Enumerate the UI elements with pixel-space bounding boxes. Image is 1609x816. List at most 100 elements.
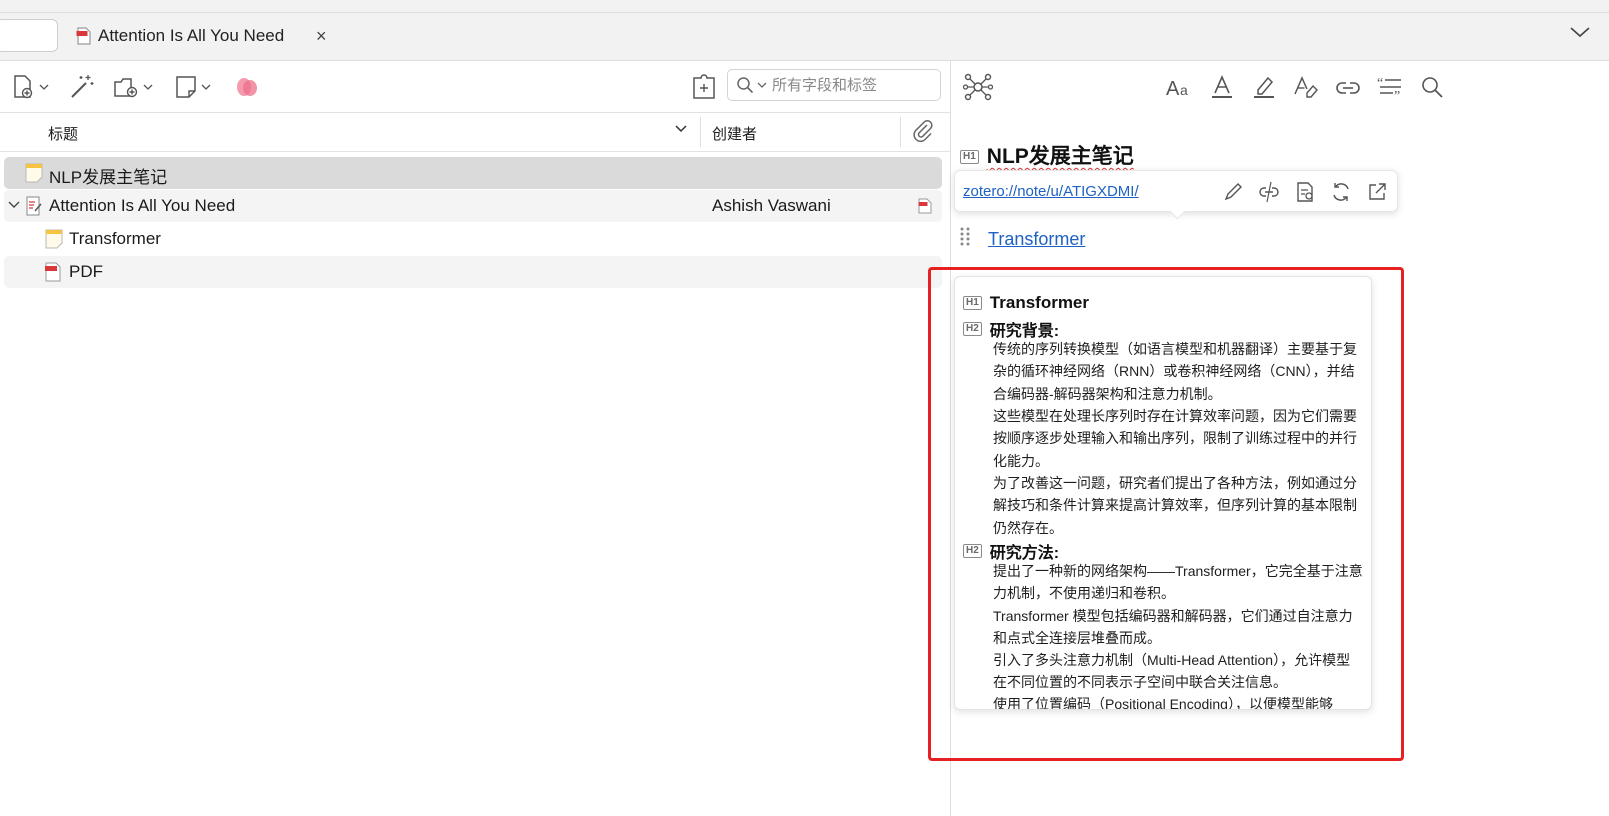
new-note-button[interactable] [174,73,211,101]
link-popup-actions [1221,180,1389,204]
column-separator[interactable] [900,117,901,147]
pdf-icon [76,27,91,45]
attachment-add-icon [114,78,138,98]
plugin-button[interactable] [234,73,260,101]
new-item-icon [14,75,33,99]
chevron-down-icon[interactable] [8,200,20,210]
window-top-strip [0,0,1609,13]
table-row[interactable]: PDF [4,256,942,288]
row-title: NLP发展主笔记 [49,168,168,187]
heading-level-badge: H1 [963,296,982,310]
sync-icon[interactable] [1329,180,1353,204]
column-separator[interactable] [700,117,701,147]
chevron-down-icon[interactable] [1569,25,1591,39]
add-by-identifier-button[interactable] [68,73,96,101]
note-icon [176,76,196,98]
add-attachment-button[interactable] [112,73,153,101]
search-icon [1422,77,1443,98]
unlink-icon[interactable] [1257,180,1281,204]
insert-citation-button[interactable]: “ ” [1375,72,1405,102]
note-icon [25,163,43,183]
add-to-plugin-button[interactable] [691,73,717,101]
clear-format-button[interactable] [1291,72,1321,102]
heading-level-badge: H1 [960,150,979,165]
row-title: PDF [69,262,103,281]
highlight-button[interactable] [1249,72,1279,102]
table-row[interactable]: NLP发展主笔记 [4,157,942,189]
preview-paragraph: 传统的序列转换模型（如语言模型和机器翻译）主要基于复杂的循环神经网络（RNN）或… [993,341,1357,402]
pdf-icon [45,262,61,282]
table-row[interactable]: Attention Is All You Need Ashish Vaswani [4,190,942,222]
tab-bar: Attention Is All You Need × [0,13,1609,61]
puzzle-icon [693,74,715,99]
search-icon [737,77,754,94]
show-in-library-icon[interactable] [1293,180,1317,204]
pane-splitter[interactable] [950,61,951,816]
search-input[interactable] [770,75,934,95]
link-popup: zotero://note/u/ATIGXDMI/ [954,170,1398,220]
svg-text:a: a [1180,82,1188,98]
preview-paragraph: 提出了一种新的网络架构——Transformer，它完全基于注意力机制，不使用递… [993,563,1363,602]
note-title-heading[interactable]: H1 NLP发展主笔记 [960,140,1134,170]
svg-text:A: A [1166,78,1180,99]
items-toolbar [0,61,950,113]
link-icon [1336,82,1360,94]
preview-paragraph: Transformer 模型包括编码器和解码器，它们通过自注意力和点式全连接层堆… [993,608,1353,647]
note-link-paragraph: Transformer [958,226,1085,251]
preview-paragraph: 为了改善这一问题，研究者们提出了各种方法，例如通过分解技巧和条件计算来提高计算效… [993,475,1357,536]
preview-paragraph: 引入了多头注意力机制（Multi-Head Attention），允许模型在不同… [993,652,1351,691]
open-external-icon[interactable] [1365,180,1389,204]
insert-link-button[interactable] [1333,72,1363,102]
edit-pencil-icon[interactable] [1221,180,1245,204]
search-box[interactable] [727,69,941,101]
preview-title-text: Transformer [989,293,1089,312]
chevron-down-icon [201,84,211,90]
preview-paragraph: 使用了位置编码（Positional Encoding），以便模型能够 [993,696,1333,710]
tab-pdf-reader[interactable]: Attention Is All You Need × [76,23,327,49]
clear-format-icon [1294,76,1318,98]
heading-level-badge: H2 [963,544,982,558]
petal-plugin-icon [237,78,257,96]
pdf-icon[interactable] [918,198,932,214]
text-color-icon [1212,75,1232,98]
note-editor-toolbar: A a “ ” [951,61,1609,112]
preview-title: H1 Transformer [963,293,1089,313]
sort-chevron-icon[interactable] [674,122,688,136]
text-color-button[interactable] [1207,72,1237,102]
paperclip-icon[interactable] [912,120,934,142]
font-size-icon: A a [1166,78,1188,99]
preview-paragraph: 这些模型在处理长序列时存在计算效率问题，因为它们需要按顺序逐步处理输入和输出序列… [993,408,1357,469]
popup-caret [1169,203,1186,220]
chevron-down-icon [39,84,49,90]
tab-close-icon[interactable]: × [316,26,327,47]
text-format-button[interactable]: A a [1165,72,1195,102]
highlighter-icon [1254,76,1274,98]
new-item-button[interactable] [10,73,49,101]
row-title: Transformer [69,229,161,248]
svg-text:“: “ [1377,76,1383,91]
note-title: NLP发展主笔记 [986,145,1134,168]
note-icon [45,229,63,249]
tab-title: Attention Is All You Need [98,26,285,45]
note-link[interactable]: Transformer [988,229,1085,250]
network-icon [963,73,993,101]
tab-library[interactable] [0,19,58,52]
drag-handle-icon[interactable] [958,226,972,246]
column-title[interactable]: 标题 [48,123,78,144]
items-column-header: 标题 创建者 [0,113,950,152]
link-url[interactable]: zotero://note/u/ATIGXDMI/ [963,183,1139,200]
table-row[interactable]: Transformer [4,223,942,255]
related-button[interactable] [963,72,993,102]
heading-level-badge: H2 [963,322,982,336]
chevron-down-icon[interactable] [757,81,767,89]
citation-icon: “ ” [1377,76,1401,100]
row-title: Attention Is All You Need [49,196,236,215]
note-preview-popup: H1 Transformer H2 研究背景: 传统的序列转换模型（如语言模型和… [954,276,1372,710]
magic-wand-icon [71,75,94,98]
svg-text:”: ” [1394,89,1400,100]
journal-article-icon [26,196,42,216]
column-creator[interactable]: 创建者 [712,123,757,144]
row-creator: Ashish Vaswani [712,196,831,215]
find-button[interactable] [1417,72,1447,102]
chevron-down-icon [143,84,153,90]
